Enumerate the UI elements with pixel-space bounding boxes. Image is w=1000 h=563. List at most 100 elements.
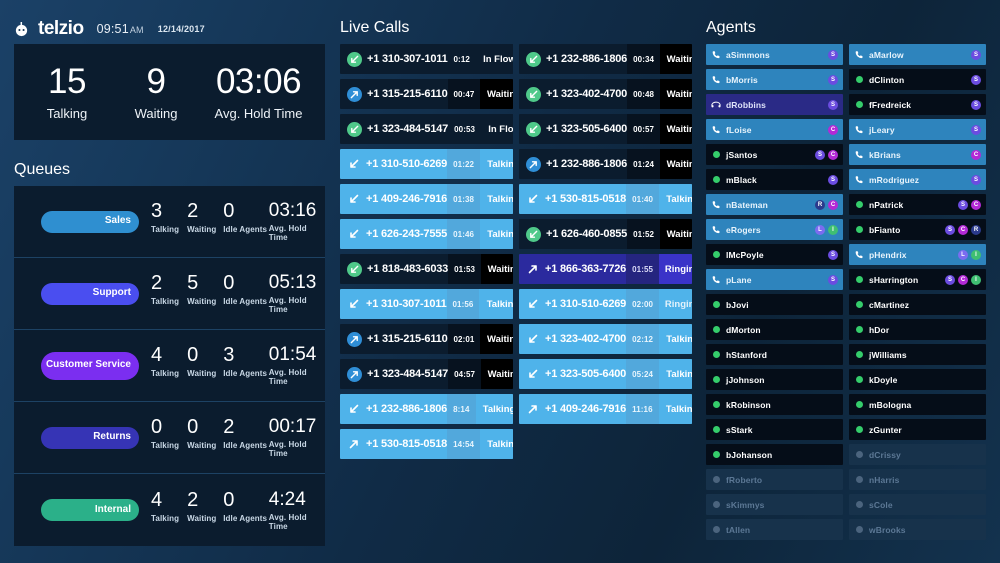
agent-row[interactable]: bJohanson	[706, 444, 843, 465]
live-call-row[interactable]: +1 626-243-755501:46Talking	[340, 219, 513, 249]
agent-row[interactable]: mRodriguez S	[849, 169, 986, 190]
agent-row[interactable]: pHendrix L I	[849, 244, 986, 265]
agent-row[interactable]: jWilliams	[849, 344, 986, 365]
status-dot	[712, 451, 720, 458]
live-call-row[interactable]: +1 323-402-470000:48Waiting	[519, 79, 692, 109]
agent-name: jLeary	[869, 124, 895, 135]
live-call-row[interactable]: +1 310-510-626901:22Talking	[340, 149, 513, 179]
live-call-row[interactable]: +1 409-246-791611:16Talking	[519, 394, 692, 424]
queue-stat-waiting: 0 Waiting	[187, 345, 223, 378]
live-call-row[interactable]: +1 315-215-611000:47Waiting	[340, 79, 513, 109]
live-call-row[interactable]: +1 310-510-626902:00Ringing	[519, 289, 692, 319]
queue-row[interactable]: Sales 3 Talking 2 Waiting 0 Idle Agents 03:16 Av…	[14, 186, 325, 258]
call-status-badge: Ringing	[659, 289, 692, 319]
agent-row[interactable]: pLane S	[706, 269, 843, 290]
agent-row[interactable]: cMartinez	[849, 294, 986, 315]
agent-queue-badge: S	[828, 174, 838, 185]
agent-row[interactable]: mBlack S	[706, 169, 843, 190]
agent-row[interactable]: dRobbins S	[706, 94, 843, 115]
agent-row[interactable]: fLoise C	[706, 119, 843, 140]
agent-row[interactable]: tAllen	[706, 519, 843, 540]
call-number: +1 626-243-7555	[366, 228, 448, 240]
agent-row[interactable]: jLeary S	[849, 119, 986, 140]
live-call-row[interactable]: +1 323-484-514704:57Waiting	[340, 359, 513, 389]
agent-row[interactable]: sStark	[706, 419, 843, 440]
agent-row[interactable]: mBologna	[849, 394, 986, 415]
status-dot	[855, 501, 863, 508]
queue-row[interactable]: Returns 0 Talking 0 Waiting 2 Idle Agents 00:17…	[14, 402, 325, 474]
queue-stat-value: 5	[187, 272, 199, 294]
live-call-row[interactable]: +1 818-483-603301:53Waiting	[340, 254, 513, 284]
agent-name: bJovi	[726, 299, 749, 310]
agent-badges: LI	[815, 224, 843, 235]
call-status-badge: Talking	[475, 394, 513, 424]
live-call-row[interactable]: +1 310-307-1011 0:12 In Flow	[340, 44, 513, 74]
call-number: +1 530-815-0518	[545, 193, 627, 205]
queue-stat-label: Avg. Hold Time	[268, 368, 307, 386]
queue-row[interactable]: Support 2 Talking 5 Waiting 0 Idle Agents 05:13…	[14, 258, 325, 330]
agent-row[interactable]: bMorris S	[706, 69, 843, 90]
clock-ampm: AM	[129, 25, 144, 35]
agent-row[interactable]: dMorton	[706, 319, 843, 340]
agent-row[interactable]: jJohnson	[706, 369, 843, 390]
agent-row[interactable]: fFredreick S	[849, 94, 986, 115]
agent-row[interactable]: kRobinson	[706, 394, 843, 415]
live-call-row[interactable]: +1 530-815-051814:54Talking	[340, 429, 513, 459]
live-call-row[interactable]: +1 232-886-180601:24Waiting	[519, 149, 692, 179]
live-call-row[interactable]: +1 315-215-611002:01Waiting	[340, 324, 513, 354]
agent-row[interactable]: sKimmys	[706, 494, 843, 515]
agent-row[interactable]: hStanford	[706, 344, 843, 365]
agent-row[interactable]: hDor	[849, 319, 986, 340]
agent-row[interactable]: aMarlow S	[849, 44, 986, 65]
agent-row[interactable]: nBateman R C	[706, 194, 843, 215]
agent-row[interactable]: nPatrick S C	[849, 194, 986, 215]
agent-row[interactable]: dClinton S	[849, 69, 986, 90]
queue-stat-value: 0	[187, 416, 199, 438]
live-call-row[interactable]: +1 626-460-085501:52Waiting	[519, 219, 692, 249]
status-dot	[855, 226, 863, 233]
status-dot	[855, 76, 863, 83]
summary-waiting-label: Waiting	[134, 105, 178, 121]
call-number: +1 315-215-6110	[367, 88, 448, 100]
agent-queue-badge: S	[971, 174, 981, 185]
live-call-row[interactable]: +1 310-307-101101:56Talking	[340, 289, 513, 319]
agent-row[interactable]: eRogers L I	[706, 219, 843, 240]
live-call-row[interactable]: +1 866-363-772601:55Ringing	[519, 254, 692, 284]
outbound-call-icon	[347, 86, 362, 102]
agent-name: aSimmons	[726, 49, 770, 60]
live-call-row[interactable]: +1 323-484-514700:53In Flow	[340, 114, 513, 144]
status-dot	[712, 151, 720, 158]
agent-row[interactable]: zGunter	[849, 419, 986, 440]
agent-row[interactable]: sCole	[849, 494, 986, 515]
agent-row[interactable]: wBrooks	[849, 519, 986, 540]
agent-row[interactable]: kBrians C	[849, 144, 986, 165]
queue-row[interactable]: Customer Service 4 Talking 0 Waiting 3 Idle Ag…	[14, 330, 325, 402]
agent-row[interactable]: fRoberto	[706, 469, 843, 490]
agent-name: jJohnson	[726, 374, 765, 385]
queue-stat-value: 00:17	[268, 416, 317, 437]
agent-row[interactable]: aSimmons S	[706, 44, 843, 65]
call-duration: 02:12	[626, 324, 660, 354]
agent-row[interactable]: sHarrington S C I	[849, 269, 986, 290]
agent-row[interactable]: dCrissy	[849, 444, 986, 465]
agent-row[interactable]: kDoyle	[849, 369, 986, 390]
agent-queue-badge: S	[971, 99, 981, 110]
queue-stats: 4 Talking 2 Waiting 0 Idle Agents 4:24 Avg. Hol…	[151, 490, 325, 531]
queue-row[interactable]: Internal 4 Talking 2 Waiting 0 Idle Agents 4:24…	[14, 474, 325, 546]
live-call-row[interactable]: +1 323-505-640005:24Talking	[519, 359, 692, 389]
live-call-row[interactable]: +1 530-815-051801:40Talking	[519, 184, 692, 214]
agent-row[interactable]: nHarris	[849, 469, 986, 490]
agent-row[interactable]: bJovi	[706, 294, 843, 315]
live-call-row[interactable]: +1 323-505-640000:57Waiting	[519, 114, 692, 144]
call-status-badge: Waiting	[481, 359, 513, 389]
queue-stat-value: 01:54	[268, 344, 317, 365]
live-call-row[interactable]: +1 409-246-791601:38Talking	[340, 184, 513, 214]
agent-row[interactable]: lMcPoyle S	[706, 244, 843, 265]
agent-row[interactable]: bFianto S C R	[849, 219, 986, 240]
live-call-row[interactable]: +1 323-402-470002:12Talking	[519, 324, 692, 354]
agent-name: kBrians	[869, 149, 901, 160]
live-call-row[interactable]: +1 232-886-180600:34Waiting	[519, 44, 692, 74]
live-call-row[interactable]: +1 232-886-1806 8:14 Talking	[340, 394, 513, 424]
agent-queue-badge: I	[971, 274, 981, 285]
agent-row[interactable]: jSantos S C	[706, 144, 843, 165]
